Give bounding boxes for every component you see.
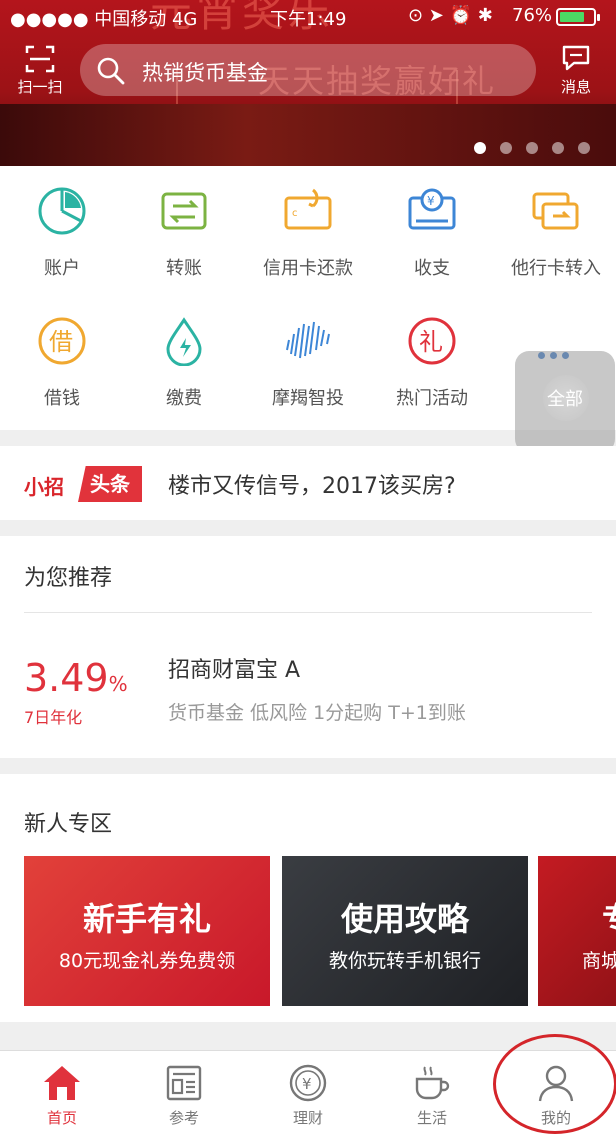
- grid-item-pay-bills[interactable]: 缴费: [122, 296, 246, 409]
- grid-item-hot-activities[interactable]: 礼 热门活动: [370, 296, 494, 409]
- search-placeholder: 热销货币基金: [142, 61, 268, 85]
- tab-label: 首页: [46, 1109, 77, 1127]
- home-icon: [44, 1066, 80, 1100]
- headline-badge-brand: 小招: [24, 475, 64, 499]
- app-screen: 元宵奖乐 天天抽奖赢好礼 ●●●●● 中国移动 4G 下午1:49 ⊙ ➤ ⏰ …: [0, 0, 616, 1134]
- grid-item-account[interactable]: 账户: [0, 166, 124, 279]
- newcomer-card-guide[interactable]: 使用攻略 教你玩转手机银行: [282, 856, 528, 1006]
- headline-badge: 头条: [78, 466, 142, 502]
- grid-item-other-bank-in[interactable]: 他行卡转入: [494, 166, 616, 279]
- newcomer-section: 新人专区 新手有礼 80元现金礼券免费领 使用攻略 教你玩转手机银行 专 商城: [0, 774, 616, 1022]
- scan-button[interactable]: 扫一扫: [10, 42, 70, 98]
- gift-icon: 礼: [408, 317, 456, 365]
- tab-life[interactable]: 生活: [370, 1051, 494, 1134]
- pager-dot[interactable]: [578, 142, 590, 154]
- battery-icon: [556, 8, 600, 26]
- clock: 下午1:49: [270, 9, 347, 30]
- transfer-icon: [161, 192, 207, 230]
- grid-label: 热门活动: [396, 388, 468, 409]
- svg-text:借: 借: [49, 328, 73, 356]
- card-repay-icon: c: [284, 188, 332, 230]
- message-label: 消息: [560, 78, 591, 96]
- wave-lines-icon: [286, 321, 330, 359]
- coffee-cup-icon: [415, 1066, 450, 1100]
- carrier-text: ●●●●● 中国移动 4G: [10, 9, 198, 30]
- borrow-icon: 借: [38, 317, 86, 365]
- grid-label: 账户: [44, 258, 80, 279]
- search-icon: [97, 57, 125, 85]
- grid-label: 缴费: [166, 388, 202, 409]
- svg-text:¥: ¥: [302, 1075, 312, 1093]
- card-subtitle: 80元现金礼券免费领: [58, 950, 236, 972]
- scan-label: 扫一扫: [17, 78, 63, 96]
- svg-text:c: c: [292, 208, 298, 219]
- rate-value: 3.49: [24, 656, 109, 700]
- banner-image: [0, 104, 616, 166]
- yield-rate[interactable]: 3.49%: [24, 656, 128, 700]
- card-title: 专: [602, 894, 616, 940]
- tab-wealth[interactable]: ¥ 理财: [246, 1051, 370, 1134]
- grid-label: 转账: [166, 258, 202, 279]
- tab-label: 参考: [168, 1109, 199, 1127]
- svg-text:礼: 礼: [419, 328, 443, 356]
- grid-item-borrow[interactable]: 借 借钱: [0, 296, 124, 409]
- newcomer-card-mall[interactable]: 专 商城: [538, 856, 616, 1006]
- card-title: 新手有礼: [82, 900, 211, 938]
- promo-banner[interactable]: 元宵奖乐 天天抽奖赢好礼 ●●●●● 中国移动 4G 下午1:49 ⊙ ➤ ⏰ …: [0, 0, 616, 166]
- section-title: 新人专区: [24, 812, 113, 837]
- battery-fill: [560, 12, 584, 22]
- status-bar: ●●●●● 中国移动 4G 下午1:49 ⊙ ➤ ⏰ ✱ 76%: [0, 0, 616, 32]
- grid-label: 全部: [547, 389, 583, 410]
- news-icon: [166, 1065, 202, 1101]
- pager-dot[interactable]: [552, 142, 564, 154]
- pager-dot[interactable]: [500, 142, 512, 154]
- message-icon: [562, 45, 590, 71]
- product-name[interactable]: 招商财富宝 A: [168, 652, 300, 684]
- grid-item-all[interactable]: 全部: [515, 351, 615, 453]
- grid-item-capricorn-invest[interactable]: 摩羯智投: [246, 296, 370, 409]
- rate-unit: %: [108, 672, 128, 696]
- annotation-circle: [493, 1034, 616, 1134]
- rate-label: 7日年化: [24, 708, 83, 727]
- card-subtitle: 教你玩转手机银行: [328, 950, 481, 972]
- tab-reference[interactable]: 参考: [122, 1051, 246, 1134]
- tab-label: 生活: [416, 1109, 447, 1127]
- yuan-bill-icon: ¥: [408, 188, 456, 230]
- grid-item-income-expense[interactable]: ¥ 收支: [370, 166, 494, 279]
- water-bolt-icon: [166, 317, 202, 366]
- battery-percent: 76%: [512, 5, 553, 26]
- grid-label: 借钱: [44, 388, 80, 409]
- grid-label: 信用卡还款: [263, 258, 353, 279]
- status-icons: ⊙ ➤ ⏰ ✱: [408, 5, 493, 26]
- headline-news-bar[interactable]: 小招 头条 楼市又传信号，2017该买房?: [0, 446, 616, 520]
- pager-dot[interactable]: [474, 142, 486, 154]
- product-description: 货币基金 低风险 1分起购 T+1到账: [168, 702, 466, 724]
- recommend-section: 为您推荐 3.49% 7日年化 招商财富宝 A 货币基金 低风险 1分起购 T+…: [0, 536, 616, 758]
- headline-text[interactable]: 楼市又传信号，2017该买房?: [168, 468, 456, 500]
- grid-item-transfer[interactable]: 转账: [122, 166, 246, 279]
- message-button[interactable]: 消息: [546, 42, 606, 98]
- pager-dot[interactable]: [526, 142, 538, 154]
- section-title: 为您推荐: [24, 566, 113, 591]
- yuan-coin-icon: ¥: [289, 1064, 327, 1102]
- other-bank-card-icon: [532, 192, 579, 230]
- tab-label: 理财: [292, 1109, 323, 1127]
- newcomer-card-gift[interactable]: 新手有礼 80元现金礼券免费领: [24, 856, 270, 1006]
- divider: [24, 612, 592, 613]
- tab-home[interactable]: 首页: [0, 1051, 124, 1134]
- grid-label: 他行卡转入: [511, 258, 601, 279]
- scan-icon: [25, 45, 55, 73]
- search-input[interactable]: 热销货币基金: [80, 44, 536, 96]
- grid-label: 收支: [414, 258, 450, 279]
- pie-chart-icon: [38, 187, 86, 235]
- svg-text:¥: ¥: [427, 194, 435, 208]
- card-subtitle: 商城: [582, 950, 616, 972]
- grid-label: 摩羯智投: [272, 388, 344, 409]
- card-title: 使用攻略: [340, 900, 469, 938]
- grid-item-credit-repay[interactable]: c 信用卡还款: [246, 166, 370, 279]
